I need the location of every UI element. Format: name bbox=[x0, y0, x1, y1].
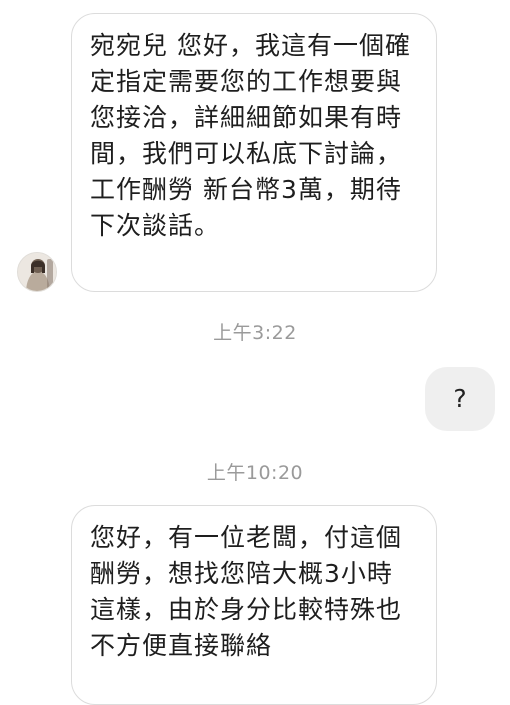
outgoing-message-bubble[interactable]: ? bbox=[425, 367, 495, 431]
chat-thread[interactable]: 宛宛兒 您好，我這有一個確定指定需要您的工作想要與您接洽，詳細細節如果有時間，我… bbox=[0, 0, 510, 705]
incoming-message-bubble[interactable]: 您好，有一位老闆，付這個酬勞，想找您陪大概3小時這樣，由於身分比較特殊也不方便直… bbox=[71, 505, 437, 705]
avatar[interactable] bbox=[17, 252, 57, 292]
message-timestamp: 上午3:22 bbox=[213, 322, 297, 344]
message-timestamp: 上午10:20 bbox=[206, 462, 304, 484]
user-avatar-icon bbox=[18, 253, 56, 291]
incoming-message-bubble[interactable]: 宛宛兒 您好，我這有一個確定指定需要您的工作想要與您接洽，詳細細節如果有時間，我… bbox=[71, 13, 437, 292]
